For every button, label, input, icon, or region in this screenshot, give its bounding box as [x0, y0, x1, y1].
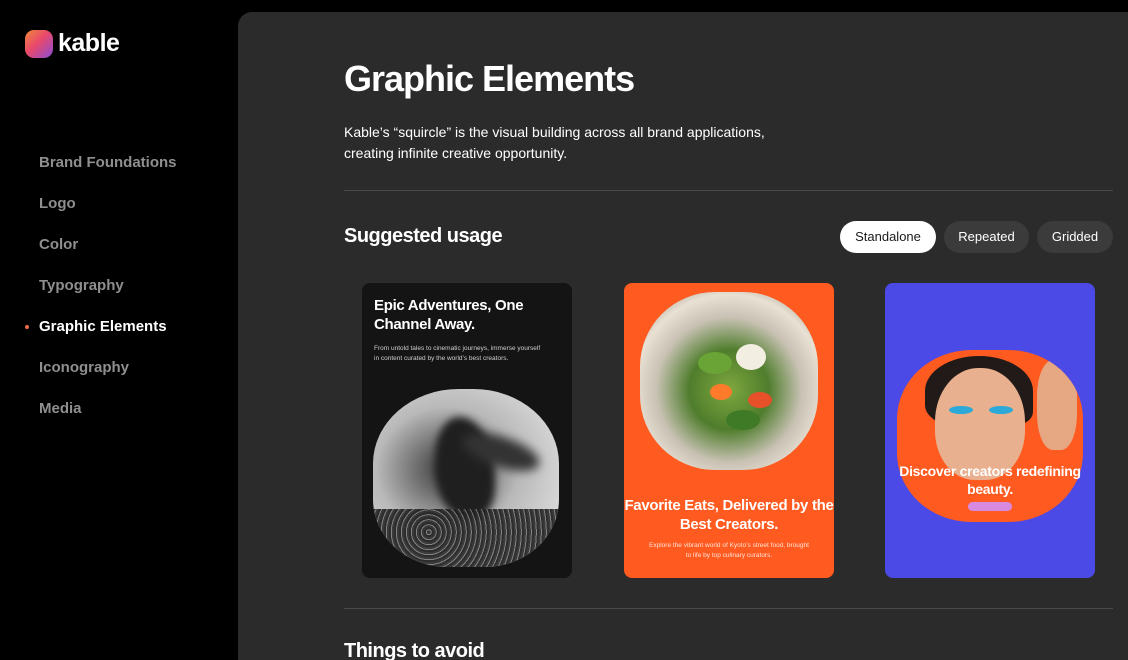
suggested-usage-heading: Suggested usage [344, 225, 503, 247]
sidebar-item-brand-foundations[interactable]: Brand Foundations [25, 152, 177, 193]
active-indicator-dot [25, 325, 29, 329]
sidebar-item-media[interactable]: Media [25, 398, 177, 439]
silhouette-figure [435, 417, 495, 517]
portrait-hand [1037, 360, 1077, 450]
squircle-photo-silhouette [373, 389, 559, 567]
sidebar-item-typography[interactable]: Typography [25, 275, 177, 316]
card-body: From untold tales to cinematic journeys,… [374, 345, 541, 362]
sidebar-item-label: Media [39, 400, 82, 417]
eyeshadow-left [949, 406, 973, 414]
burrata [736, 344, 766, 370]
card-title: Discover creators redefining beauty. [899, 463, 1081, 497]
brand-logo[interactable]: kable [25, 29, 120, 58]
card-body: Explore the vibrant world of Kyoto’s str… [649, 542, 809, 559]
card-cta-pill [968, 502, 1012, 511]
tomato-slice [748, 392, 772, 408]
sidebar-item-logo[interactable]: Logo [25, 193, 177, 234]
sidebar-item-iconography[interactable]: Iconography [25, 357, 177, 398]
main-panel: Graphic Elements Kable’s “squircle” is t… [238, 12, 1128, 660]
tab-gridded[interactable]: Gridded [1037, 221, 1113, 253]
example-card-adventures: Epic Adventures, One Channel Away. From … [362, 283, 572, 578]
sidebar-item-label: Typography [39, 277, 124, 294]
sidebar-item-color[interactable]: Color [25, 234, 177, 275]
page-title: Graphic Elements [344, 58, 635, 99]
eyeshadow-right [989, 406, 1013, 414]
example-card-beauty: Discover creators redefining beauty. [885, 283, 1095, 578]
tab-repeated[interactable]: Repeated [944, 221, 1029, 253]
section-divider [344, 190, 1113, 191]
salad-leaf [726, 410, 760, 430]
page-description: Kable’s “squircle” is the visual buildin… [344, 124, 765, 161]
sidebar-nav: Brand Foundations Logo Color Typography … [25, 152, 177, 439]
tab-standalone[interactable]: Standalone [840, 221, 936, 253]
salad-leaf [698, 352, 732, 374]
sidebar: kable Brand Foundations Logo Color Typog… [0, 0, 238, 660]
citrus-slice [710, 384, 732, 400]
sidebar-item-label: Logo [39, 195, 76, 212]
rocky-ground [373, 509, 559, 567]
card-title: Epic Adventures, One Channel Away. [374, 297, 524, 333]
sidebar-item-graphic-elements[interactable]: Graphic Elements [25, 316, 177, 357]
section-divider [344, 608, 1113, 609]
card-title: Favorite Eats, Delivered by the Best Cre… [624, 497, 834, 533]
sidebar-item-label: Iconography [39, 359, 130, 376]
brand-name: kable [58, 29, 120, 57]
things-to-avoid-heading: Things to avoid [344, 640, 485, 660]
example-card-eats: Favorite Eats, Delivered by the Best Cre… [624, 283, 834, 578]
sidebar-item-label: Graphic Elements [39, 318, 167, 335]
sidebar-item-label: Color [39, 236, 79, 253]
sidebar-item-label: Brand Foundations [39, 154, 177, 171]
squircle-logo-icon [25, 29, 53, 58]
squircle-photo-salad [640, 292, 818, 470]
